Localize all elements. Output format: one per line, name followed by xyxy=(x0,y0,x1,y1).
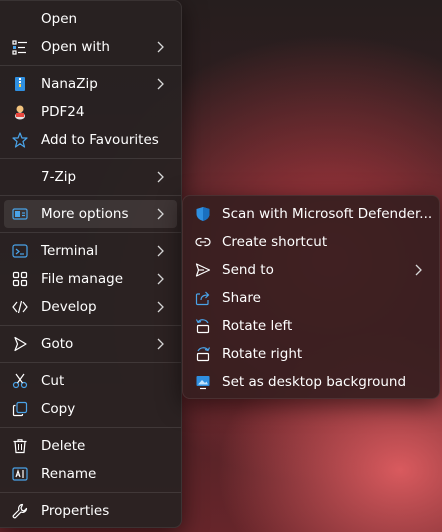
rename-icon xyxy=(12,466,28,482)
menu-item-label: PDF24 xyxy=(41,104,85,120)
menu-item-label: Goto xyxy=(41,336,74,352)
menu-separator xyxy=(0,65,181,66)
chevron-right-icon xyxy=(155,245,165,257)
desktop-background-icon xyxy=(195,374,211,390)
menu-item-label: File manage xyxy=(41,271,124,287)
send-icon xyxy=(195,262,211,278)
submenu-item-rotate-left[interactable]: Rotate left xyxy=(187,312,435,340)
menu-item-rename[interactable]: Rename xyxy=(4,460,177,488)
chevron-right-icon xyxy=(413,264,423,276)
submenu-item-rotate-right[interactable]: Rotate right xyxy=(187,340,435,368)
rotate-right-icon xyxy=(195,346,211,362)
submenu-item-label: Set as desktop background xyxy=(222,374,407,390)
menu-item-pdf24[interactable]: PDF24 xyxy=(4,98,177,126)
menu-item-label: Properties xyxy=(41,503,110,519)
menu-item-nanazip[interactable]: NanaZip xyxy=(4,70,177,98)
chevron-right-icon xyxy=(155,273,165,285)
chevron-right-icon xyxy=(155,301,165,313)
chevron-right-icon xyxy=(155,41,165,53)
menu-item-label: 7-Zip xyxy=(41,169,77,185)
file-manage-icon xyxy=(12,271,28,287)
delete-icon xyxy=(12,438,28,454)
menu-item-label: Open with xyxy=(41,39,110,55)
menu-separator xyxy=(0,492,181,493)
terminal-icon xyxy=(12,243,28,259)
menu-item-file-manage[interactable]: File manage xyxy=(4,265,177,293)
link-icon xyxy=(195,234,211,250)
menu-item-label: Develop xyxy=(41,299,97,315)
copy-icon xyxy=(12,401,28,417)
menu-item-label: Open xyxy=(41,11,78,27)
menu-separator xyxy=(0,362,181,363)
submenu-item-label: Create shortcut xyxy=(222,234,328,250)
submenu-item-label: Rotate left xyxy=(222,318,293,334)
submenu-item-label: Send to xyxy=(222,262,274,278)
submenu-item-create-shortcut[interactable]: Create shortcut xyxy=(187,228,435,256)
submenu-item-label: Rotate right xyxy=(222,346,303,362)
menu-item-label: Copy xyxy=(41,401,76,417)
defender-shield-icon xyxy=(195,206,211,222)
chevron-right-icon xyxy=(155,171,165,183)
menu-item-goto[interactable]: Goto xyxy=(4,330,177,358)
menu-item-label: NanaZip xyxy=(41,76,98,92)
menu-item-label: Rename xyxy=(41,466,97,482)
wrench-icon xyxy=(12,503,28,519)
goto-icon xyxy=(12,336,28,352)
submenu-item-set-desktop-background[interactable]: Set as desktop background xyxy=(187,368,435,396)
more-options-icon xyxy=(12,206,28,222)
submenu-item-share[interactable]: Share xyxy=(187,284,435,312)
menu-separator xyxy=(0,325,181,326)
menu-item-label: Cut xyxy=(41,373,65,389)
code-icon xyxy=(12,299,28,315)
chevron-right-icon xyxy=(155,208,165,220)
menu-item-label: Add to Favourites xyxy=(41,132,159,148)
menu-item-7zip[interactable]: 7-Zip xyxy=(4,163,177,191)
open-with-icon xyxy=(12,39,28,55)
more-options-submenu: Scan with Microsoft Defender... Create s… xyxy=(182,195,440,399)
pdf24-icon xyxy=(12,104,28,120)
menu-item-label: Delete xyxy=(41,438,86,454)
cut-icon xyxy=(12,373,28,389)
context-menu: Open Open with NanaZip PDF24 Add to Favo… xyxy=(0,0,182,528)
menu-separator xyxy=(0,158,181,159)
menu-item-more-options[interactable]: More options xyxy=(4,200,177,228)
menu-separator xyxy=(0,232,181,233)
menu-item-add-to-favourites[interactable]: Add to Favourites xyxy=(4,126,177,154)
rotate-left-icon xyxy=(195,318,211,334)
submenu-item-label: Share xyxy=(222,290,261,306)
chevron-right-icon xyxy=(155,338,165,350)
submenu-item-send-to[interactable]: Send to xyxy=(187,256,435,284)
menu-item-develop[interactable]: Develop xyxy=(4,293,177,321)
nanazip-icon xyxy=(12,76,28,92)
menu-item-label: Terminal xyxy=(41,243,99,259)
menu-separator xyxy=(0,427,181,428)
menu-item-open-with[interactable]: Open with xyxy=(4,33,177,61)
menu-item-cut[interactable]: Cut xyxy=(4,367,177,395)
chevron-right-icon xyxy=(155,78,165,90)
menu-item-open[interactable]: Open xyxy=(4,5,177,33)
share-icon xyxy=(195,290,211,306)
menu-item-delete[interactable]: Delete xyxy=(4,432,177,460)
menu-item-copy[interactable]: Copy xyxy=(4,395,177,423)
menu-item-terminal[interactable]: Terminal xyxy=(4,237,177,265)
menu-item-label: More options xyxy=(41,206,129,222)
menu-separator xyxy=(0,195,181,196)
submenu-item-label: Scan with Microsoft Defender... xyxy=(222,206,433,222)
star-icon xyxy=(12,132,28,148)
menu-item-properties[interactable]: Properties xyxy=(4,497,177,525)
submenu-item-scan-defender[interactable]: Scan with Microsoft Defender... xyxy=(187,200,435,228)
